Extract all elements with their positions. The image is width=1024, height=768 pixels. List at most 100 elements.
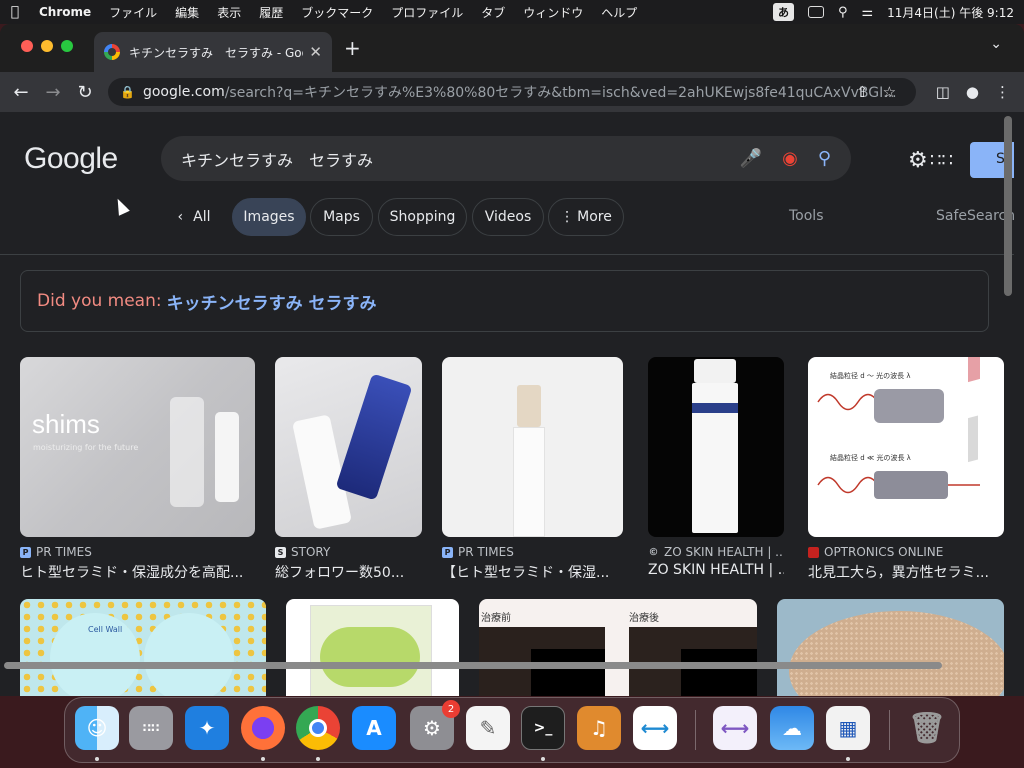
- address-bar[interactable]: 🔒 google.com /search?q=キチンセラすみ%E3%80%80セ…: [108, 78, 916, 106]
- chip-more[interactable]: ⋮ More: [548, 198, 624, 236]
- system-settings-icon[interactable]: ⚙ 2: [410, 700, 460, 750]
- garageband-icon[interactable]: ♫: [577, 706, 621, 750]
- search-icon[interactable]: ⚲: [818, 148, 831, 169]
- tab-google-search[interactable]: キチンセラすみ セラすみ - Goo ✕: [94, 32, 332, 72]
- chip-maps[interactable]: Maps: [310, 198, 373, 236]
- window-switch-icon[interactable]: [807, 6, 824, 18]
- firefox-icon[interactable]: [241, 706, 285, 750]
- spotlight-icon[interactable]: ⚲: [838, 5, 848, 20]
- safesearch-button[interactable]: SafeSearch: [936, 208, 1014, 224]
- result-caption-link[interactable]: 北見工大ら，異方性セラミ...: [808, 562, 1004, 582]
- chip-shopping[interactable]: Shopping: [378, 198, 467, 236]
- result-thumbnail[interactable]: [648, 357, 784, 537]
- app-store-icon[interactable]: A: [352, 706, 396, 750]
- browser-menu-icon[interactable]: ⋮: [995, 83, 1010, 101]
- search-input[interactable]: キチンセラすみ セラすみ 🎤 ◉ ⚲: [161, 136, 851, 181]
- image-result-2[interactable]: S STORY 総フォロワー数50...: [275, 357, 422, 582]
- image-result-9[interactable]: [777, 599, 1004, 696]
- tab-search-chevron-icon[interactable]: ⌄: [990, 36, 1002, 52]
- google-apps-icon[interactable]: ∷∷: [930, 150, 953, 171]
- result-thumbnail[interactable]: shims moisturizing for the future: [20, 357, 255, 537]
- result-source: P PR TIMES: [20, 545, 255, 559]
- remote-desktop-icon[interactable]: ▦: [826, 706, 870, 750]
- menu-help[interactable]: ヘルプ: [592, 4, 646, 21]
- chip-videos[interactable]: Videos: [472, 198, 544, 236]
- menu-edit[interactable]: 編集: [166, 4, 208, 21]
- vscode-icon[interactable]: ⟷: [633, 706, 677, 750]
- menu-view[interactable]: 表示: [208, 4, 250, 21]
- forward-button[interactable]: →: [42, 82, 64, 103]
- tab-strip: キチンセラすみ セラすみ - Goo ✕ + ⌄: [0, 24, 1024, 72]
- close-window-button[interactable]: [21, 40, 33, 52]
- close-tab-icon[interactable]: ✕: [309, 43, 322, 61]
- minimize-window-button[interactable]: [41, 40, 53, 52]
- lens-search-icon[interactable]: ◉: [782, 148, 798, 169]
- menu-window[interactable]: ウィンドウ: [514, 4, 592, 21]
- weather-icon[interactable]: ☁: [770, 706, 814, 750]
- result-thumbnail[interactable]: [275, 357, 422, 537]
- redaction-block: [531, 649, 605, 696]
- textedit-icon[interactable]: ✎: [466, 706, 510, 750]
- image-result-1[interactable]: shims moisturizing for the future P PR T…: [20, 357, 255, 582]
- menu-bookmarks[interactable]: ブックマーク: [292, 4, 382, 21]
- visual-studio-icon[interactable]: ⟷: [713, 706, 757, 750]
- input-method-indicator[interactable]: あ: [772, 3, 794, 21]
- google-favicon-icon: [104, 44, 120, 60]
- trash-icon[interactable]: 🗑: [905, 706, 949, 750]
- dock-separator: [695, 710, 696, 750]
- tools-button[interactable]: Tools: [789, 208, 824, 224]
- launchpad-icon[interactable]: ∷∷: [129, 706, 173, 750]
- result-caption-link[interactable]: 総フォロワー数50...: [275, 562, 422, 582]
- voice-search-icon[interactable]: 🎤: [740, 148, 762, 169]
- thumbnail-overlay-text: shims: [32, 409, 100, 439]
- menu-history[interactable]: 履歴: [250, 4, 292, 21]
- image-result-7[interactable]: [286, 599, 459, 696]
- image-result-8[interactable]: 治療前 治療後: [479, 599, 757, 696]
- side-panel-icon[interactable]: ◫: [936, 83, 950, 101]
- source-name: PR TIMES: [36, 545, 92, 559]
- result-caption-link[interactable]: ヒト型セラミド・保湿成分を高配...: [20, 562, 255, 582]
- finder-icon[interactable]: ☺: [75, 706, 119, 750]
- bookmark-star-icon[interactable]: ☆: [883, 83, 896, 101]
- apple-icon[interactable]: : [0, 4, 30, 20]
- bottle-shape: [170, 397, 204, 507]
- image-result-6[interactable]: Cell Wall: [20, 599, 266, 696]
- reload-button[interactable]: ↻: [74, 82, 96, 103]
- dock: ☺ ∷∷ ✦ A ⚙ 2 ✎ >_ ♫ ⟷ ⟷ ☁ ▦ 🗑: [64, 697, 960, 763]
- image-result-4[interactable]: © ZO SKIN HEALTH | ... ZO SKIN HEALTH | …: [648, 357, 784, 578]
- did-you-mean-label: Did you mean:: [37, 291, 162, 311]
- menu-file[interactable]: ファイル: [100, 4, 166, 21]
- new-tab-button[interactable]: +: [344, 36, 361, 60]
- share-icon[interactable]: ⇧: [856, 83, 869, 101]
- menubar-clock[interactable]: 11月4日(土) 午後 9:12: [887, 4, 1014, 21]
- horizontal-scrollbar[interactable]: [4, 662, 942, 669]
- result-thumbnail[interactable]: 結晶粒径 d ～ 光の波長 λ 結晶粒径 d ≪ 光の波長 λ: [808, 357, 1004, 537]
- settings-gear-icon[interactable]: ⚙: [908, 148, 928, 173]
- package-label-shape: [320, 627, 420, 687]
- google-logo[interactable]: Google: [24, 142, 118, 176]
- vertical-scrollbar[interactable]: [1004, 116, 1012, 296]
- zoom-window-button[interactable]: [61, 40, 73, 52]
- bottle-label-stripe: [692, 403, 738, 413]
- image-result-5[interactable]: 結晶粒径 d ～ 光の波長 λ 結晶粒径 d ≪ 光の波長 λ OPTRONIC…: [808, 357, 1004, 582]
- menu-tab[interactable]: タブ: [472, 4, 514, 21]
- back-button[interactable]: ←: [10, 82, 32, 103]
- profile-icon[interactable]: ●: [966, 83, 979, 101]
- chip-images[interactable]: Images: [232, 198, 306, 236]
- did-you-mean-suggestion-link[interactable]: キッチンセラすみ セラすみ: [167, 289, 377, 314]
- menu-app-chrome[interactable]: Chrome: [30, 5, 100, 19]
- image-result-3[interactable]: P PR TIMES 【ヒト型セラミド・保湿...: [442, 357, 623, 582]
- result-caption-link[interactable]: 【ヒト型セラミド・保湿...: [442, 562, 623, 582]
- chip-all[interactable]: ‹ All: [170, 198, 218, 236]
- safari-icon[interactable]: ✦: [185, 706, 229, 750]
- chrome-icon[interactable]: [296, 706, 340, 750]
- chevron-left-icon: ‹: [177, 209, 184, 225]
- dock-separator: [889, 710, 890, 750]
- lock-icon[interactable]: 🔒: [120, 85, 135, 99]
- control-center-icon[interactable]: ⚌: [861, 5, 873, 20]
- diagram-blob-shape: [144, 613, 234, 696]
- result-caption-link[interactable]: ZO SKIN HEALTH | ...: [648, 562, 784, 578]
- result-thumbnail[interactable]: [442, 357, 623, 537]
- terminal-icon[interactable]: >_: [521, 706, 565, 750]
- menu-profiles[interactable]: プロファイル: [382, 4, 472, 21]
